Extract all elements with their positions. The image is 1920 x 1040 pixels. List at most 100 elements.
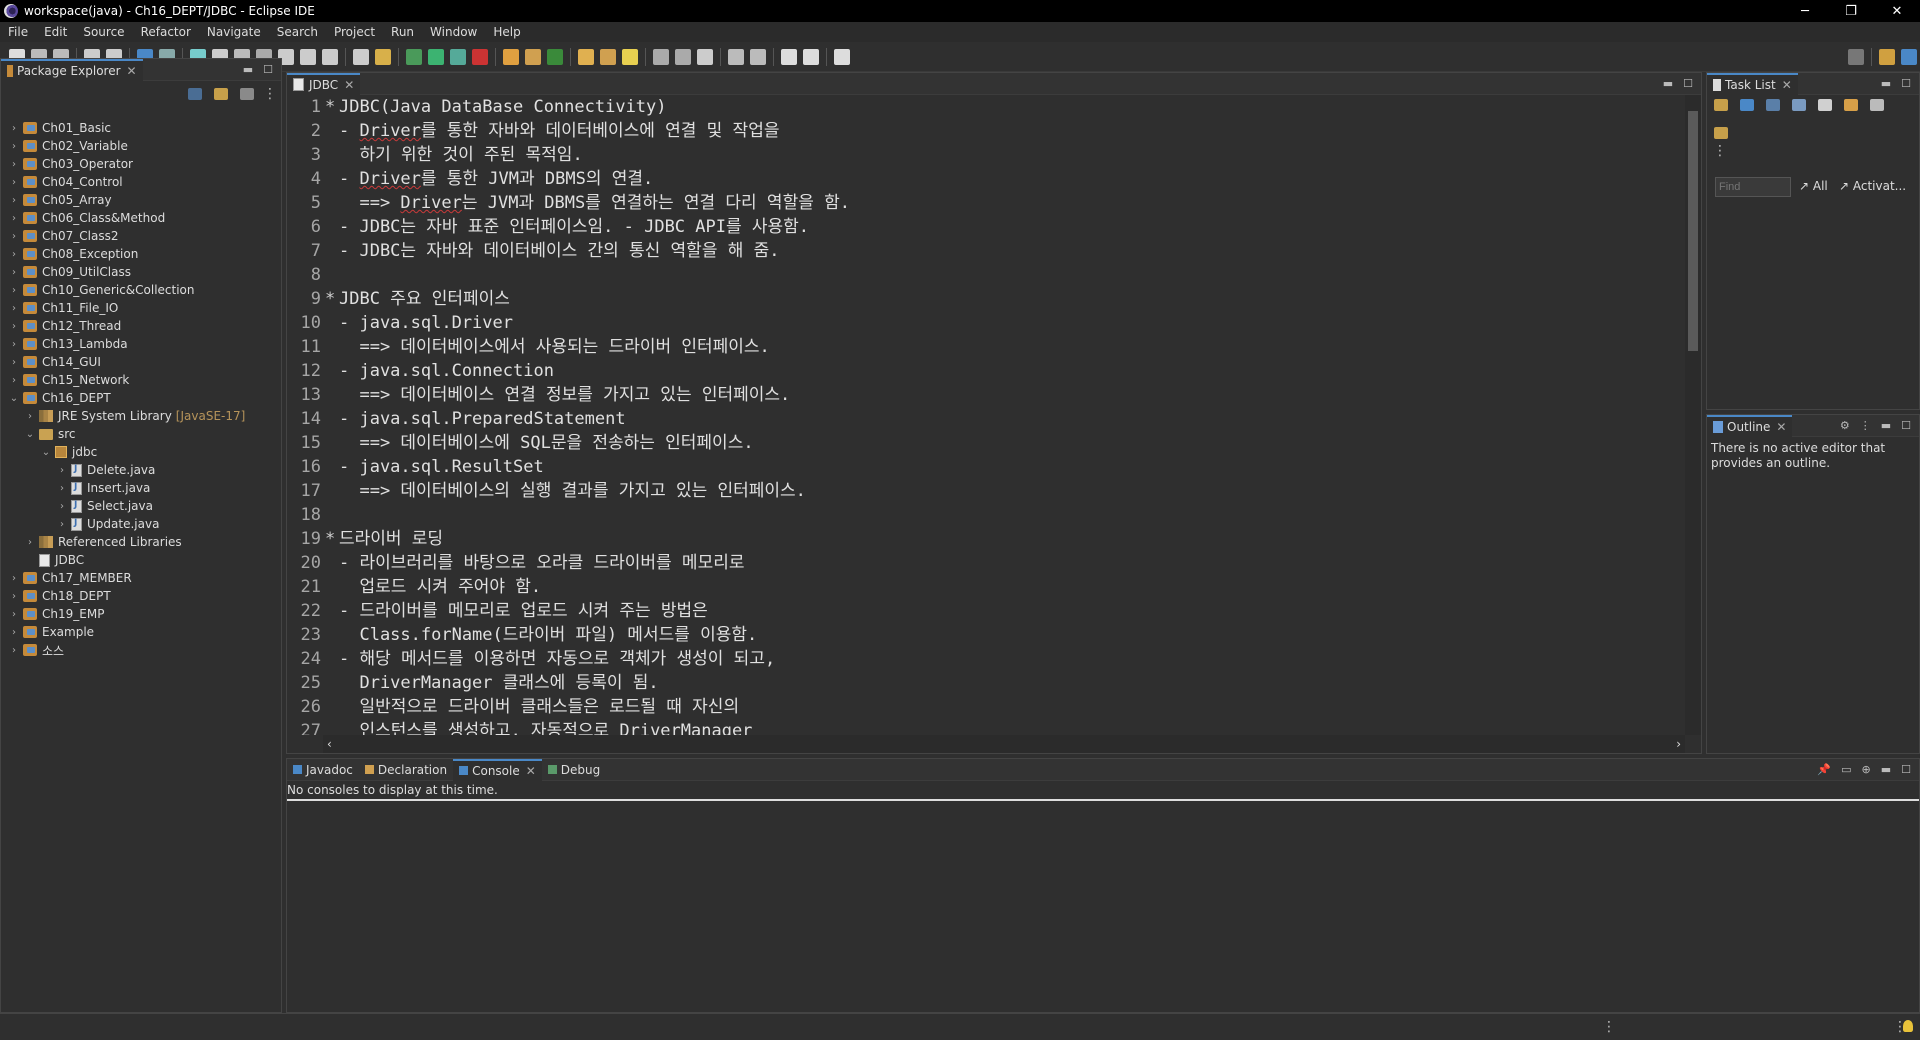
scheduled-icon[interactable] (1766, 99, 1780, 111)
chevron-right-icon[interactable]: › (9, 303, 19, 314)
sync-icon[interactable] (1792, 99, 1806, 111)
fold-marker[interactable] (325, 719, 339, 735)
fold-marker[interactable] (325, 215, 339, 239)
debug-icon[interactable] (406, 48, 422, 65)
tree-item[interactable]: ⌄ jdbc (1, 443, 281, 461)
chevron-right-icon[interactable]: › (25, 411, 35, 422)
maximize-icon[interactable]: ☐ (1683, 77, 1693, 90)
chevron-right-icon[interactable]: › (9, 357, 19, 368)
scroll-right-icon[interactable]: › (1676, 737, 1681, 751)
activate-link[interactable]: ↗ Activat... (1839, 179, 1906, 193)
coverage-icon[interactable] (450, 48, 466, 65)
tab-task-list[interactable]: Task List ✕ (1707, 72, 1798, 95)
tree-item[interactable]: › Ch12_Thread (1, 317, 281, 335)
chevron-right-icon[interactable]: › (9, 627, 19, 638)
menu-project[interactable]: Project (326, 25, 383, 39)
chevron-right-icon[interactable]: › (9, 231, 19, 242)
task-find-input[interactable] (1715, 177, 1791, 197)
fold-marker[interactable] (325, 311, 339, 335)
minimize-button[interactable]: ─ (1782, 0, 1828, 22)
maximize-icon[interactable]: ☐ (1901, 419, 1911, 432)
chevron-right-icon[interactable]: › (9, 213, 19, 224)
menu-edit[interactable]: Edit (36, 25, 75, 39)
minimize-icon[interactable]: ▬ (1663, 77, 1673, 90)
spelling-error[interactable]: Driver (359, 121, 420, 141)
fold-marker[interactable] (325, 575, 339, 599)
menu-file[interactable]: File (0, 25, 36, 39)
restore-button[interactable]: ❐ (1828, 0, 1874, 22)
fold-marker[interactable] (325, 119, 339, 143)
fold-marker[interactable]: * (325, 527, 339, 551)
close-icon[interactable]: ✕ (1776, 420, 1786, 434)
new-task-icon[interactable] (1714, 99, 1728, 111)
chevron-right-icon[interactable]: › (57, 519, 67, 530)
open-type-icon[interactable] (578, 48, 594, 65)
search-icon[interactable] (622, 48, 638, 65)
chevron-right-icon[interactable]: › (9, 249, 19, 260)
menu-run[interactable]: Run (383, 25, 422, 39)
minimize-icon[interactable]: ▬ (1881, 763, 1891, 776)
pin-editor-icon[interactable] (834, 48, 850, 65)
tree-item[interactable]: ⌄ Ch16_DEPT (1, 389, 281, 407)
java-perspective-icon[interactable] (1901, 48, 1917, 65)
external-tools-icon[interactable] (472, 48, 488, 65)
maximize-icon[interactable]: ☐ (1901, 77, 1911, 90)
fold-marker[interactable] (325, 695, 339, 719)
scrollbar-thumb[interactable] (1688, 111, 1698, 351)
chevron-right-icon[interactable]: › (9, 267, 19, 278)
fold-marker[interactable] (325, 383, 339, 407)
next-annotation-icon[interactable] (728, 48, 744, 65)
close-icon[interactable]: ✕ (127, 64, 137, 78)
chevron-down-icon[interactable]: ⌄ (9, 393, 19, 404)
show-assigned-icon[interactable] (1844, 99, 1858, 111)
tree-item[interactable]: › Delete.java (1, 461, 281, 479)
tab-debug[interactable]: Debug (542, 759, 606, 781)
fold-marker[interactable] (325, 479, 339, 503)
tree-item[interactable]: › JRE System Library [JavaSE-17] (1, 407, 281, 425)
fold-marker[interactable] (325, 239, 339, 263)
tree-item[interactable]: › Ch14_GUI (1, 353, 281, 371)
fold-marker[interactable]: * (325, 95, 339, 119)
maximize-icon[interactable]: ☐ (1901, 763, 1911, 776)
fold-marker[interactable] (325, 407, 339, 431)
view-menu-icon[interactable]: ⋮ (1860, 419, 1871, 432)
view-menu-icon[interactable]: ⋮ (1713, 143, 1727, 159)
tab-declaration[interactable]: Declaration (359, 759, 453, 781)
chevron-right-icon[interactable]: › (9, 339, 19, 350)
tree-item[interactable]: ⌄ src (1, 425, 281, 443)
all-filter-link[interactable]: ↗ All (1799, 179, 1828, 193)
tab-jdbc-editor[interactable]: JDBC ✕ (287, 72, 361, 95)
categorized-icon[interactable] (1740, 99, 1754, 111)
scroll-left-icon[interactable]: ‹ (327, 737, 332, 751)
tree-item[interactable]: › Insert.java (1, 479, 281, 497)
close-icon[interactable]: ✕ (1782, 78, 1792, 92)
tree-item[interactable]: › Ch15_Network (1, 371, 281, 389)
tree-item[interactable]: › Ch04_Control (1, 173, 281, 191)
toggle-breadcrumb-icon[interactable] (653, 48, 669, 65)
tree-item[interactable]: › Example (1, 623, 281, 641)
tree-item[interactable]: › Ch17_MEMBER (1, 569, 281, 587)
menu-search[interactable]: Search (269, 25, 326, 39)
focus-icon[interactable]: ⚙ (1840, 419, 1850, 432)
tree-item[interactable]: › Ch01_Basic (1, 119, 281, 137)
chevron-down-icon[interactable]: ⌄ (25, 429, 35, 440)
chevron-right-icon[interactable]: › (9, 645, 19, 656)
tree-item[interactable]: › Referenced Libraries (1, 533, 281, 551)
fold-marker[interactable] (325, 191, 339, 215)
fold-marker[interactable] (325, 551, 339, 575)
tree-item[interactable]: › Ch03_Operator (1, 155, 281, 173)
chevron-down-icon[interactable]: ⌄ (41, 447, 51, 458)
fold-marker[interactable] (325, 431, 339, 455)
display-console-icon[interactable]: ▭ (1841, 763, 1851, 776)
tab-outline[interactable]: Outline ✕ (1707, 414, 1793, 437)
menu-help[interactable]: Help (485, 25, 528, 39)
drop-to-frame-icon[interactable] (353, 48, 369, 65)
forward-icon[interactable] (803, 48, 819, 65)
open-task-icon[interactable] (600, 48, 616, 65)
chevron-right-icon[interactable]: › (57, 483, 67, 494)
tree-item[interactable]: › Ch13_Lambda (1, 335, 281, 353)
vertical-scrollbar[interactable] (1685, 95, 1701, 735)
fold-marker[interactable] (325, 359, 339, 383)
fold-marker[interactable] (325, 335, 339, 359)
fold-marker[interactable] (325, 623, 339, 647)
